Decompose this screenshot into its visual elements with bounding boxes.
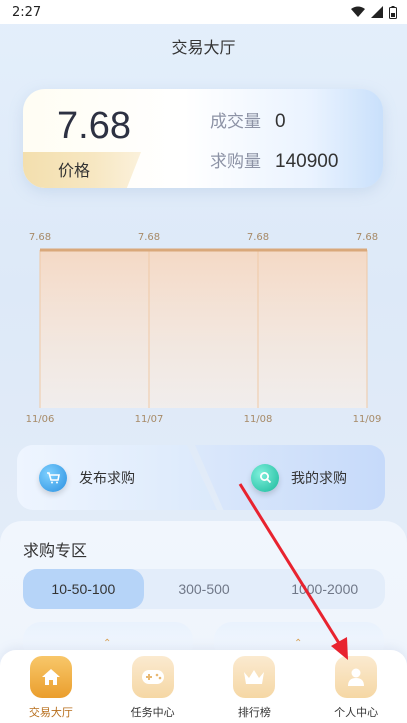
volume-value: 0 — [275, 111, 286, 132]
price-label: 价格 — [58, 161, 91, 180]
chart-data-label: 7.68 — [138, 232, 160, 243]
range-tabs: 10-50-100 300-500 1000-2000 — [23, 569, 385, 609]
chart-data-label: 7.68 — [29, 232, 51, 243]
publish-purchase-button[interactable]: 发布求购 — [39, 445, 189, 510]
home-icon — [29, 656, 72, 698]
action-row: 发布求购 我的求购 — [17, 445, 385, 510]
nav-item-leaderboard[interactable]: 排行榜 — [214, 650, 294, 723]
price-chart-svg: 7.68 11/06 7.68 11/07 7.68 11/08 7.68 11/09 — [26, 232, 382, 425]
publish-purchase-label: 发布求购 — [79, 470, 135, 487]
gamepad-icon — [131, 656, 174, 698]
chart-x-tick-label: 11/07 — [135, 414, 164, 425]
chart-area — [40, 250, 367, 408]
crown-icon — [233, 656, 276, 698]
purchase-zone-title: 求购专区 — [23, 541, 88, 560]
page-title: 交易大厅 — [171, 38, 236, 57]
demand-value: 140900 — [275, 151, 339, 172]
status-bar: 2:27 — [0, 0, 407, 24]
status-icons — [351, 5, 397, 19]
my-purchase-button[interactable]: 我的求购 — [251, 445, 381, 510]
volume-label: 成交量 — [210, 112, 261, 132]
bottom-nav: 交易大厅 任务中心 排行榜 个人中心 — [0, 650, 407, 723]
cart-icon — [39, 463, 67, 492]
price-card: 7.68 价格 成交量 0 求购量 140900 — [23, 89, 383, 188]
signal-icon — [371, 6, 383, 18]
nav-label: 个人中心 — [334, 706, 379, 719]
nav-item-trading-hall[interactable]: 交易大厅 — [11, 650, 91, 723]
nav-label: 排行榜 — [237, 706, 271, 719]
range-tab-1000-2000[interactable]: 1000-2000 — [264, 569, 385, 609]
nav-item-task-center[interactable]: 任务中心 — [113, 650, 193, 723]
nav-label: 任务中心 — [130, 706, 175, 719]
chevron-up-icon: ⌃ — [103, 638, 112, 649]
my-purchase-label: 我的求购 — [291, 470, 347, 487]
demand-stat: 求购量 140900 — [210, 147, 351, 173]
volume-stat: 成交量 0 — [210, 107, 351, 133]
status-time: 2:27 — [12, 4, 42, 20]
nav-label: 交易大厅 — [28, 706, 73, 719]
chart-x-tick-label: 11/06 — [26, 414, 55, 425]
chart-x-tick-label: 11/08 — [244, 414, 273, 425]
range-tab-10-50-100[interactable]: 10-50-100 — [23, 569, 144, 609]
chart-data-label: 7.68 — [356, 232, 378, 243]
chart-x-tick-label: 11/09 — [353, 414, 382, 425]
nav-item-profile[interactable]: 个人中心 — [316, 650, 396, 723]
user-icon — [335, 656, 378, 698]
search-icon — [251, 463, 279, 492]
demand-label: 求购量 — [210, 152, 261, 172]
price-chart: 7.68 11/06 7.68 11/07 7.68 11/08 7.68 11/09 — [0, 226, 407, 426]
range-tab-300-500[interactable]: 300-500 — [144, 569, 265, 609]
price-value: 7.68 — [57, 105, 131, 147]
chart-data-label: 7.68 — [247, 232, 269, 243]
chevron-up-icon: ⌃ — [294, 638, 303, 649]
battery-icon — [389, 5, 397, 19]
wifi-icon — [351, 6, 365, 17]
